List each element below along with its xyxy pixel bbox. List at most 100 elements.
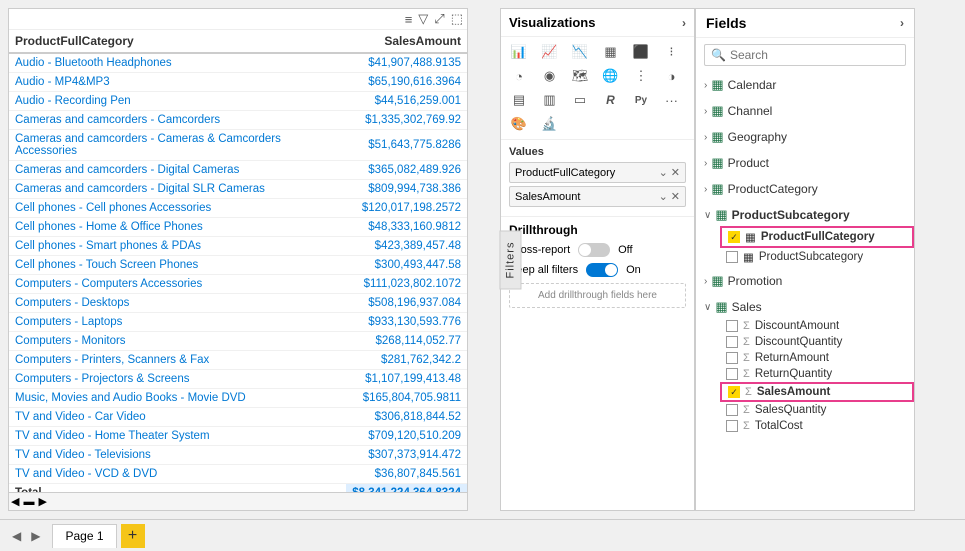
viz-py-icon[interactable]: Py [629, 89, 653, 111]
table-footer: ◀ ▬ ▶ [9, 492, 467, 510]
field-item-returnquantity[interactable]: ΣReturnQuantity [720, 366, 914, 382]
cross-report-toggle[interactable] [578, 243, 610, 257]
viz-map-icon[interactable]: 🗺 [568, 65, 592, 87]
field-name-label: ProductFullCategory [761, 231, 906, 243]
viz-globe-icon[interactable]: 🌐 [599, 65, 623, 87]
table-row: TV and Video - Car Video$306,818,844.52 [9, 408, 467, 427]
scroll-right-icon[interactable]: ▶ [38, 495, 46, 508]
table-row: Cameras and camcorders - Camcorders$1,33… [9, 111, 467, 130]
table-cell-category: Audio - Bluetooth Headphones [9, 53, 346, 73]
field-group-sales: ∨▦SalesΣDiscountAmountΣDiscountQuantityΣ… [696, 294, 914, 436]
field-group-header-promotion[interactable]: ›▦Promotion [696, 270, 914, 292]
field-pill-sales[interactable]: SalesAmount ⌄ ✕ [509, 186, 686, 207]
field-item-productfullcategory[interactable]: ✓▦ProductFullCategory [720, 226, 914, 248]
field-group-name: ProductCategory [728, 182, 818, 196]
table-row: Computers - Desktops$508,196,937.084 [9, 294, 467, 313]
field-item-salesamount[interactable]: ✓ΣSalesAmount [720, 382, 914, 402]
field-pill-category[interactable]: ProductFullCategory ⌄ ✕ [509, 162, 686, 183]
viz-col-icon[interactable]: ⬛ [629, 41, 653, 63]
col-header-sales[interactable]: SalesAmount [346, 30, 467, 53]
nav-left-icon[interactable]: ◀ [8, 527, 25, 545]
nav-right-icon[interactable]: ▶ [27, 527, 44, 545]
viz-line-icon[interactable]: 📈 [538, 41, 562, 63]
viz-expand-icon[interactable]: › [682, 16, 686, 30]
table-scroll[interactable]: ProductFullCategory SalesAmount Audio - … [9, 30, 467, 492]
viz-more-icon[interactable]: ··· [660, 89, 684, 111]
viz-header: Visualizations › [501, 9, 694, 37]
filters-tab[interactable]: Filters [499, 230, 521, 289]
table-icon: ▦ [743, 250, 754, 264]
field-item-salesquantity[interactable]: ΣSalesQuantity [720, 402, 914, 418]
field-checkbox[interactable] [726, 251, 738, 263]
viz-pie-icon[interactable]: ◔ [507, 65, 531, 87]
field-name-label: DiscountQuantity [755, 336, 908, 348]
viz-analytics-icon[interactable]: 🔬 [538, 113, 562, 135]
scroll-left-icon[interactable]: ◀ [11, 495, 19, 508]
field-pill-sales-remove[interactable]: ✕ [671, 190, 680, 203]
fields-expand-icon[interactable]: › [900, 16, 904, 30]
viz-format-icon[interactable]: 🎨 [507, 113, 531, 135]
table-cell-sales: $1,335,302,769.92 [346, 111, 467, 130]
viz-scatter-icon[interactable]: ⁝ [660, 41, 684, 63]
search-input[interactable] [730, 48, 899, 62]
field-checkbox[interactable] [726, 352, 738, 364]
table-row: Cameras and camcorders - Cameras & Camco… [9, 130, 467, 161]
add-page-button[interactable]: + [121, 524, 145, 548]
field-group-header-channel[interactable]: ›▦Channel [696, 100, 914, 122]
field-pill-category-remove[interactable]: ✕ [671, 166, 680, 179]
cross-report-row: Cross-report Off [509, 243, 686, 257]
field-name-label: TotalCost [755, 420, 908, 432]
table-row: Computers - Computers Accessories$111,02… [9, 275, 467, 294]
viz-matrix-icon[interactable]: ▥ [538, 89, 562, 111]
dotted-border-icon[interactable]: ⬚ [451, 11, 463, 27]
values-label: Values [509, 146, 686, 158]
viz-stacked-icon[interactable]: ▦ [599, 41, 623, 63]
viz-funnel-icon[interactable]: ⋮ [629, 65, 653, 87]
table-row: Music, Movies and Audio Books - Movie DV… [9, 389, 467, 408]
table-row: TV and Video - VCD & DVD$36,807,845.561 [9, 465, 467, 484]
field-item-discountamount[interactable]: ΣDiscountAmount [720, 318, 914, 334]
field-group-calendar: ›▦Calendar [696, 72, 914, 98]
col-header-category[interactable]: ProductFullCategory [9, 30, 346, 53]
field-checkbox[interactable] [726, 320, 738, 332]
field-item-discountquantity[interactable]: ΣDiscountQuantity [720, 334, 914, 350]
field-checkbox[interactable] [726, 404, 738, 416]
expand-icon[interactable]: ⤢ [434, 11, 444, 27]
viz-gauge-icon[interactable]: ◑ [660, 65, 684, 87]
table-cell-sales: $809,994,738.386 [346, 180, 467, 199]
field-group-header-sales[interactable]: ∨▦Sales [696, 296, 914, 318]
field-group-header-productsubcategory[interactable]: ∨▦ProductSubcategory [696, 204, 914, 226]
field-item-totalcost[interactable]: ΣTotalCost [720, 418, 914, 434]
field-checkbox[interactable] [726, 336, 738, 348]
field-pill-category-expand[interactable]: ⌄ [659, 166, 668, 179]
field-group-header-calendar[interactable]: ›▦Calendar [696, 74, 914, 96]
filter-icon[interactable]: ▽ [418, 11, 428, 27]
page-tab-1[interactable]: Page 1 [52, 524, 116, 548]
field-group-header-geography[interactable]: ›▦Geography [696, 126, 914, 148]
field-group-productsubcategory: ∨▦ProductSubcategory✓▦ProductFullCategor… [696, 202, 914, 268]
viz-area-icon[interactable]: 📉 [568, 41, 592, 63]
field-checkbox[interactable] [726, 420, 738, 432]
table-row: Cameras and camcorders - Digital Cameras… [9, 161, 467, 180]
drillthrough-title: Drillthrough [509, 223, 686, 237]
search-box[interactable]: 🔍 [704, 44, 906, 66]
viz-donut-icon[interactable]: ◉ [538, 65, 562, 87]
viz-R-icon[interactable]: R [599, 89, 623, 111]
field-item-returnamount[interactable]: ΣReturnAmount [720, 350, 914, 366]
viz-bar-icon[interactable]: 📊 [507, 41, 531, 63]
field-checkbox[interactable]: ✓ [728, 386, 740, 398]
field-name-label: DiscountAmount [755, 320, 908, 332]
keep-filters-toggle[interactable] [586, 263, 618, 277]
field-group-header-product[interactable]: ›▦Product [696, 152, 914, 174]
field-checkbox[interactable]: ✓ [728, 231, 740, 243]
viz-table-icon[interactable]: ▤ [507, 89, 531, 111]
drillthrough-placeholder[interactable]: Add drillthrough fields here [509, 283, 686, 308]
viz-card-icon[interactable]: ▭ [568, 89, 592, 111]
table-icon: ▦ [711, 77, 723, 93]
field-checkbox[interactable] [726, 368, 738, 380]
hamburger-icon[interactable]: ≡ [405, 12, 413, 27]
field-item-productsubcategory[interactable]: ▦ProductSubcategory [720, 248, 914, 266]
field-group-header-productcategory[interactable]: ›▦ProductCategory [696, 178, 914, 200]
field-pill-sales-expand[interactable]: ⌄ [659, 190, 668, 203]
table-cell-sales: $268,114,052.77 [346, 332, 467, 351]
